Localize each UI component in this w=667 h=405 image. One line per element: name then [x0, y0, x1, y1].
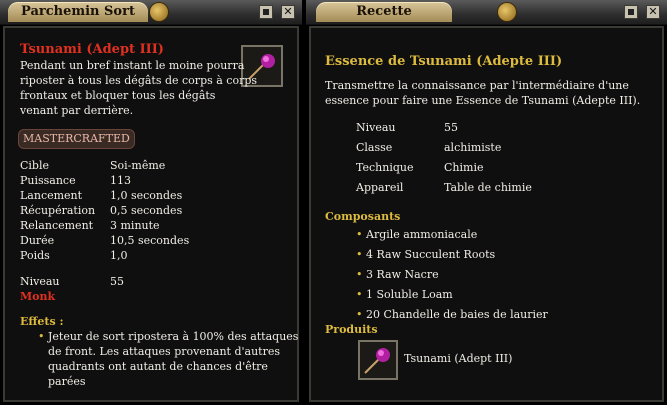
description-line-3: frontaux et bloquer tous les dégâts — [20, 89, 216, 102]
stat-label: Cible — [20, 159, 50, 172]
scroll-icon — [498, 3, 516, 21]
window-title: Recette — [316, 2, 452, 22]
component-item: 1 Soluble Loam — [366, 288, 453, 301]
level-label: Niveau — [20, 275, 60, 288]
stat-label: Récupération — [20, 204, 96, 217]
info-value: alchimiste — [444, 141, 502, 154]
recipe-name: Essence de Tsunami (Adepte III) — [325, 54, 563, 69]
description-line-2: riposter à tous les dégâts de corps à co… — [20, 74, 258, 87]
spell-name: Tsunami (Adept III) — [20, 42, 164, 57]
window-title: Parchemin Sort — [8, 2, 148, 22]
stat-value: 1,0 secondes — [110, 189, 183, 202]
component-item: Argile ammoniacale — [366, 228, 478, 241]
spell-gem-icon — [364, 348, 390, 374]
close-button[interactable]: ✕ — [646, 5, 660, 19]
description-line-1: Pendant un bref instant le moine pourra — [20, 59, 245, 72]
stat-value: 3 minute — [110, 219, 160, 232]
bullet-icon: • — [356, 268, 363, 281]
bullet-icon: • — [356, 288, 363, 301]
mastercrafted-badge: MASTERCRAFTED — [18, 129, 135, 149]
spell-scroll-window: Parchemin Sort ✕ Tsunami (Adept III) Pen… — [0, 0, 302, 405]
stat-label: Durée — [20, 234, 55, 247]
minimize-button[interactable] — [624, 5, 638, 19]
product-name: Tsunami (Adept III) — [404, 352, 513, 365]
recipe-description-2: essence pour faire une Essence de Tsunam… — [325, 94, 641, 107]
info-label: Classe — [356, 141, 393, 154]
info-value: 55 — [444, 121, 458, 134]
component-item: 3 Raw Nacre — [366, 268, 439, 281]
recipe-window: Recette ✕ Essence de Tsunami (Adepte III… — [306, 0, 667, 405]
info-value: Table de chimie — [444, 181, 532, 194]
stat-value: Soi-même — [110, 159, 166, 172]
window-body: Essence de Tsunami (Adepte III) Transmet… — [309, 26, 664, 402]
info-value: Chimie — [444, 161, 484, 174]
bullet-icon: • — [356, 248, 363, 261]
title-bar[interactable]: Recette ✕ — [306, 0, 667, 25]
product-icon-slot[interactable] — [358, 340, 398, 380]
level-value: 55 — [110, 275, 124, 288]
effects-label: Effets : — [20, 315, 64, 328]
stat-value: 1,0 — [110, 249, 128, 262]
stat-label: Relancement — [20, 219, 94, 232]
bullet-icon: • — [38, 330, 45, 343]
info-label: Appareil — [356, 181, 404, 194]
effect-line-3: quadrants ont autant de chances d'être — [48, 360, 268, 373]
stat-label: Puissance — [20, 174, 76, 187]
effect-line-2: de front. Les attaques provenant d'autre… — [48, 345, 281, 358]
class-name: Monk — [20, 290, 56, 303]
products-label: Produits — [325, 323, 378, 336]
stat-value: 10,5 secondes — [110, 234, 190, 247]
components-label: Composants — [325, 210, 401, 223]
recipe-description-1: Transmettre la connaissance par l'interm… — [325, 79, 629, 92]
stat-value: 0,5 secondes — [110, 204, 183, 217]
description-line-4: venant par derrière. — [20, 104, 134, 117]
bullet-icon: • — [356, 308, 363, 321]
effect-line-1: Jeteur de sort ripostera à 100% des atta… — [48, 330, 299, 343]
scroll-icon — [150, 3, 168, 21]
stat-label: Poids — [20, 249, 50, 262]
effect-line-4: parées — [48, 375, 86, 388]
stat-label: Lancement — [20, 189, 83, 202]
info-label: Niveau — [356, 121, 396, 134]
title-bar[interactable]: Parchemin Sort ✕ — [0, 0, 302, 25]
component-item: 20 Chandelle de baies de laurier — [366, 308, 548, 321]
close-button[interactable]: ✕ — [281, 5, 295, 19]
component-item: 4 Raw Succulent Roots — [366, 248, 496, 261]
minimize-button[interactable] — [259, 5, 273, 19]
stat-value: 113 — [110, 174, 131, 187]
info-label: Technique — [356, 161, 414, 174]
bullet-icon: • — [356, 228, 363, 241]
